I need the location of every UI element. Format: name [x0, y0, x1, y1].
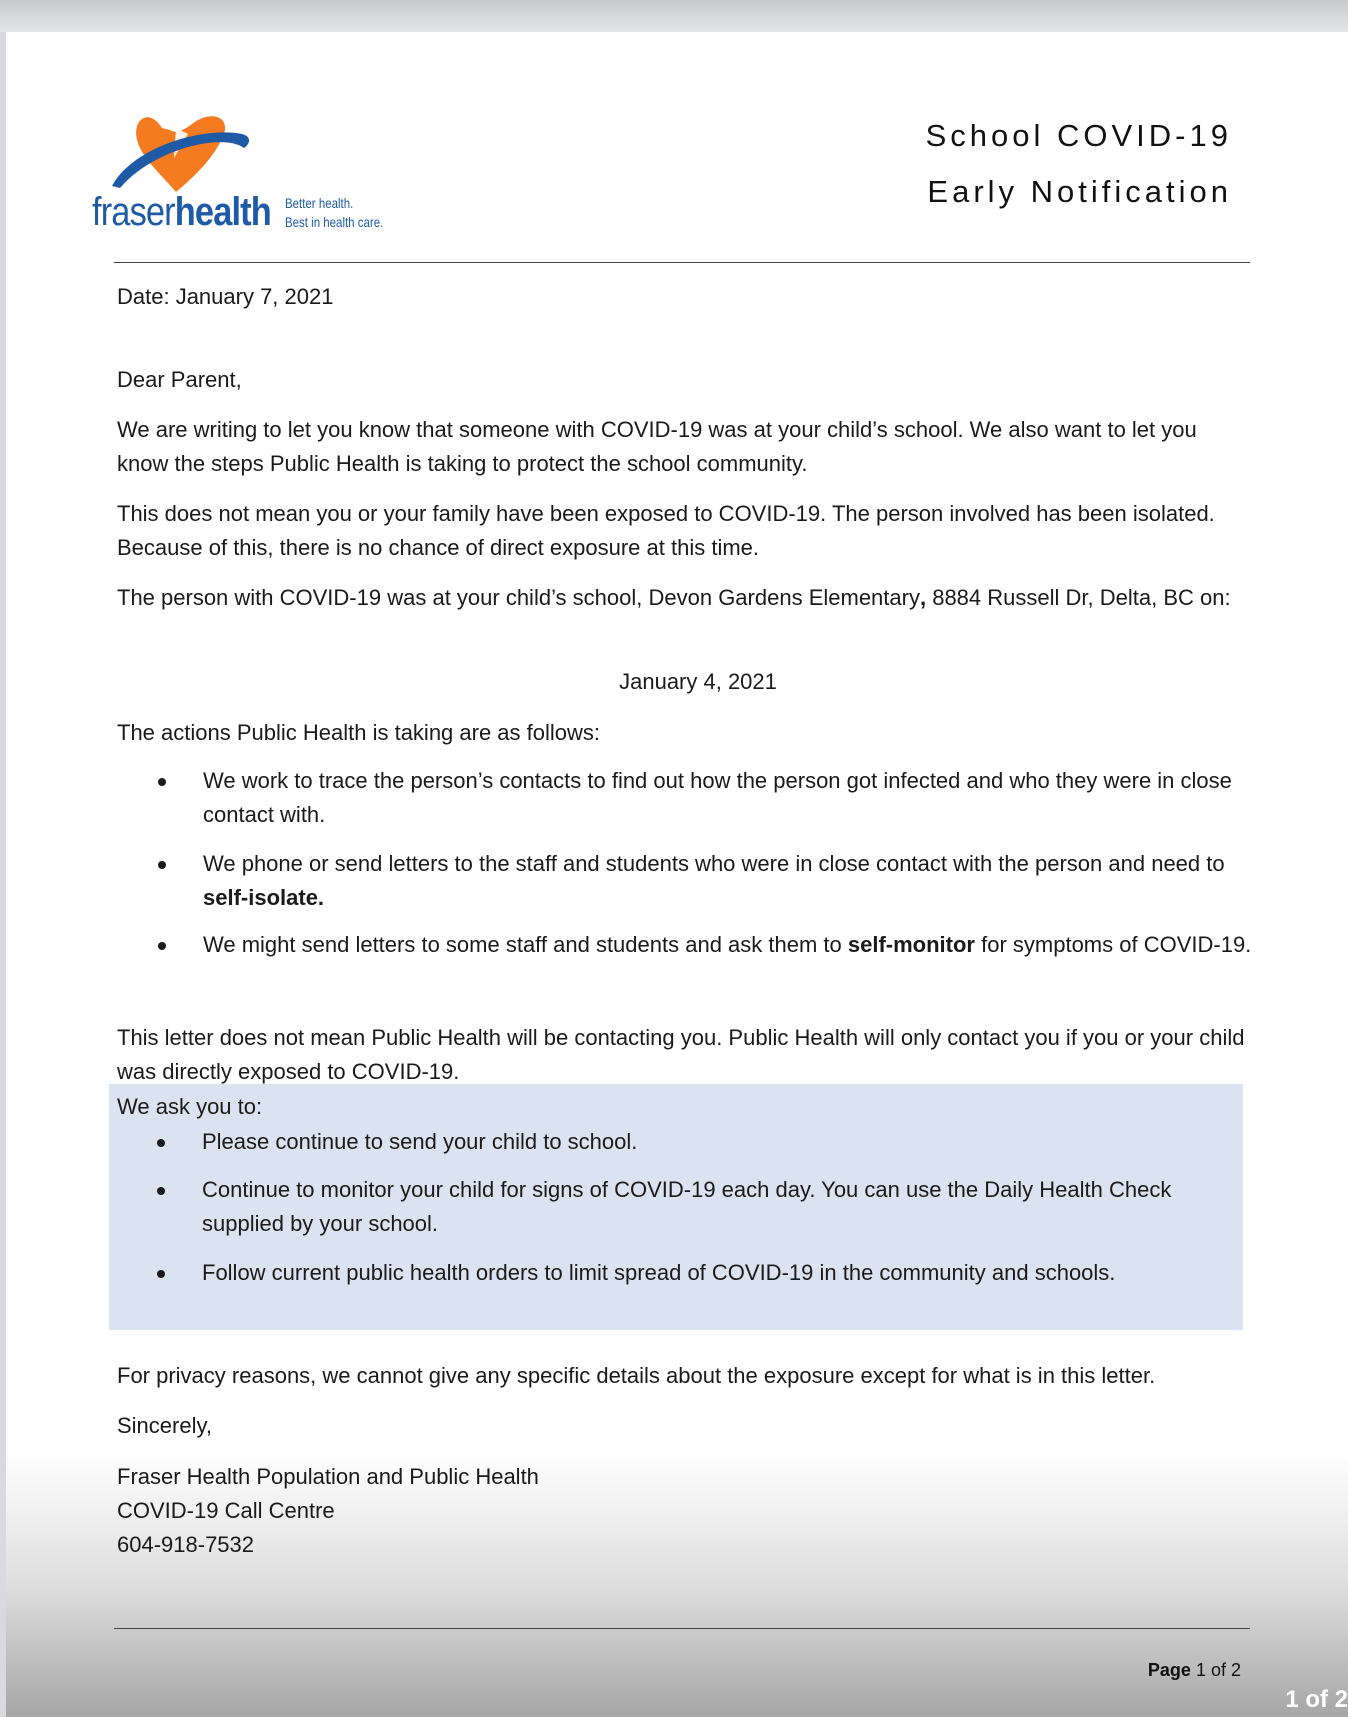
brand-bold-text: health [174, 190, 272, 234]
paragraph-2: This does not mean you or your family ha… [117, 501, 1215, 560]
action-text-post: for symptoms of COVID-19. [975, 932, 1252, 957]
bullet-icon [158, 778, 166, 786]
paragraph-3: The person with COVID-19 was at your chi… [117, 581, 1247, 615]
bullet-icon [157, 1187, 165, 1195]
privacy-note: For privacy reasons, we cannot give any … [117, 1363, 1156, 1388]
ask-intro: We ask you to: [117, 1094, 263, 1119]
letter-greeting: Dear Parent, [117, 367, 242, 392]
page-of: 1 of 2 [1195, 1660, 1241, 1680]
signature-line: Fraser Health Population and Public Heal… [117, 1464, 539, 1489]
paragraph-1: We are writing to let you know that some… [117, 417, 1197, 476]
action-text-pre: We phone or send letters to the staff an… [203, 851, 1225, 876]
document-title: School COVID-19 Early Notification [926, 108, 1232, 220]
closing: Sincerely, [117, 1413, 212, 1438]
header-divider [114, 262, 1250, 263]
brand-tagline: Better health. Best in health care. [285, 194, 383, 232]
action-text-pre: We might send letters to some staff and … [203, 932, 848, 957]
paragraph-4: This letter does not mean Public Health … [117, 1025, 1245, 1084]
page-number: Page 1 of 2 [1148, 1660, 1241, 1681]
action-text-bold: self-monitor [847, 932, 975, 957]
ask-text: Continue to monitor your child for signs… [202, 1177, 1172, 1236]
action-text: We work to trace the person’s contacts t… [203, 768, 1232, 827]
document-page: fraserhealth Better health. Best in heal… [6, 32, 1348, 1717]
bullet-icon [158, 942, 166, 950]
letter-date: Date: January 7, 2021 [117, 284, 334, 309]
viewer-top-bar [0, 0, 1348, 32]
paragraph-3-end: 8884 Russell Dr, Delta, BC on: [926, 585, 1231, 610]
bullet-icon [157, 1139, 165, 1147]
action-text: We might send letters to some staff and … [203, 928, 1253, 962]
title-line-2: Early Notification [927, 174, 1232, 209]
brand-wordmark: fraserhealth [92, 188, 272, 236]
exposure-date: January 4, 2021 [619, 669, 777, 694]
viewer-page-counter: 1 of 2 [1285, 1686, 1348, 1713]
action-text: We phone or send letters to the staff an… [203, 847, 1253, 915]
brand-light-text: fraser [92, 190, 176, 234]
page-label: Page [1147, 1660, 1191, 1680]
title-line-1: School COVID-19 [925, 118, 1232, 153]
action-text-bold: self-isolate. [203, 885, 325, 910]
actions-intro: The actions Public Health is taking are … [117, 720, 601, 745]
bullet-icon [158, 861, 166, 869]
signature-line: 604-918-7532 [117, 1532, 255, 1557]
paragraph-3-start: The person with COVID-19 was at your chi… [117, 585, 920, 610]
ask-text: Follow current public health orders to l… [202, 1260, 1116, 1285]
signature-line: COVID-19 Call Centre [117, 1498, 335, 1523]
ask-text: Please continue to send your child to sc… [202, 1129, 638, 1154]
footer-divider [114, 1628, 1250, 1629]
tagline-line-1: Better health. [285, 195, 354, 211]
bullet-icon [157, 1270, 165, 1278]
tagline-line-2: Best in health care. [285, 214, 384, 230]
fraser-health-logo-icon [112, 116, 250, 192]
